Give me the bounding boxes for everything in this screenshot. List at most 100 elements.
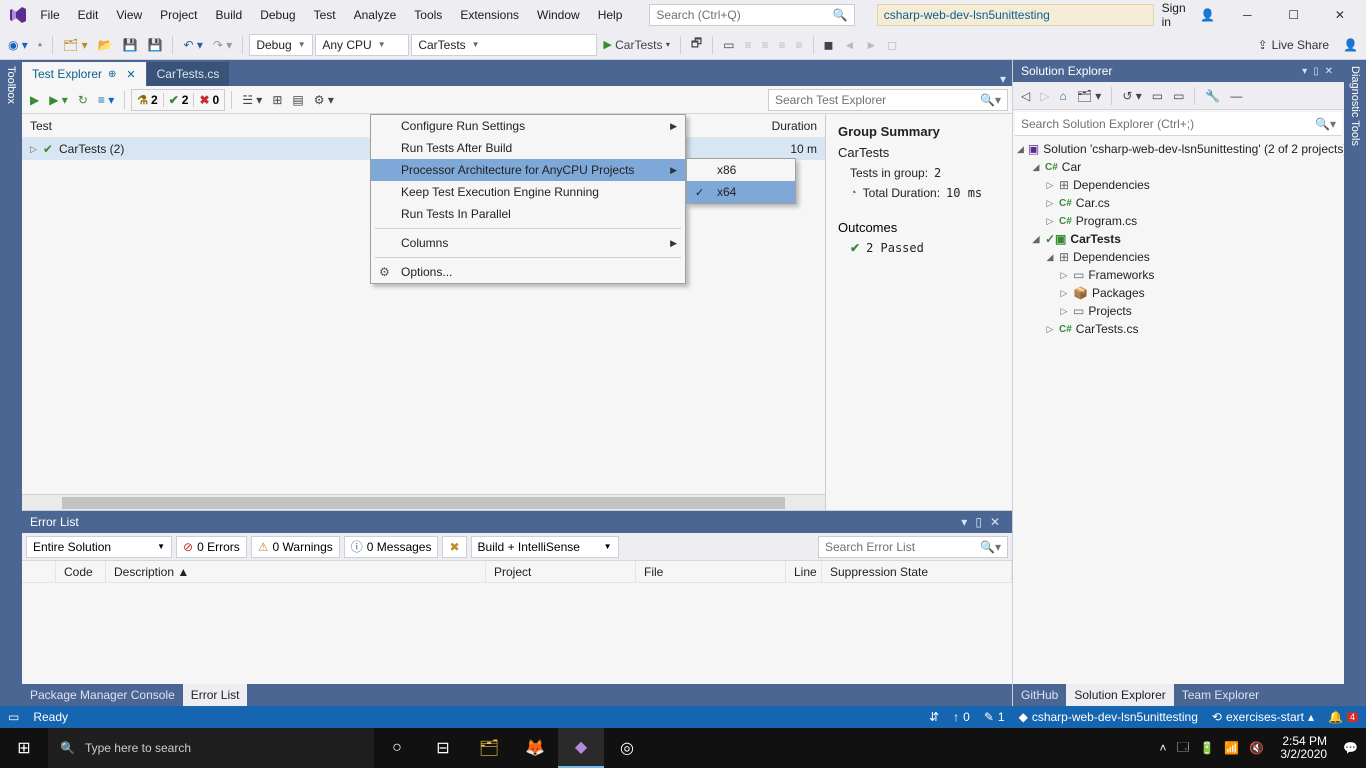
tab-team-explorer[interactable]: Team Explorer [1174, 684, 1267, 706]
tree-frameworks[interactable]: ▷▭Frameworks [1013, 266, 1344, 284]
menu-view[interactable]: View [107, 4, 151, 26]
scope-dropdown[interactable]: Entire Solution▼ [26, 536, 172, 558]
bookmark-prev-icon[interactable]: ◄ [840, 36, 860, 54]
menu-edit[interactable]: Edit [69, 4, 108, 26]
menu-help[interactable]: Help [589, 4, 632, 26]
tab-github[interactable]: GitHub [1013, 684, 1066, 706]
tree-car[interactable]: ◢C#Car [1013, 158, 1344, 176]
menu-run-parallel[interactable]: Run Tests In Parallel [371, 203, 685, 225]
minimize-button[interactable]: ─ [1225, 0, 1269, 30]
back-icon[interactable]: ◁ [1017, 87, 1034, 105]
tree-ct-deps[interactable]: ◢⊞Dependencies [1013, 248, 1344, 266]
tab-pkg-mgr-console[interactable]: Package Manager Console [22, 684, 183, 706]
tree-cartests-cs[interactable]: ▷C#CarTests.cs [1013, 320, 1344, 338]
status-publish[interactable]: ↑ 0 [953, 710, 970, 724]
tree-program-cs[interactable]: ▷C#Program.cs [1013, 212, 1344, 230]
menu-file[interactable]: File [31, 4, 68, 26]
layout-icon[interactable]: ▤ [288, 91, 307, 109]
col-line[interactable]: Line [786, 561, 822, 582]
menu-extensions[interactable]: Extensions [451, 4, 528, 26]
status-branch[interactable]: ⟲ exercises-start ▴ [1212, 710, 1314, 724]
toolbar-icon-2[interactable]: ▭ [719, 36, 738, 54]
tests-passed[interactable]: ✔2 [164, 93, 195, 107]
build-intellisense-dropdown[interactable]: Build + IntelliSense▼ [471, 536, 619, 558]
sign-in-button[interactable]: Sign in 👤 [1154, 1, 1224, 29]
messages-filter[interactable]: ⓘ0 Messages [344, 536, 439, 558]
close-icon[interactable]: ✕ [1322, 66, 1336, 77]
comment-icon[interactable]: ≡ [775, 36, 790, 54]
tab-solution-explorer[interactable]: Solution Explorer [1066, 684, 1173, 706]
errors-filter[interactable]: ⊘0 Errors [176, 536, 247, 558]
pin-icon[interactable]: ⊕ [108, 69, 116, 80]
status-pull-requests[interactable]: ⇵ [929, 710, 939, 724]
col-icon[interactable] [22, 561, 56, 582]
bookmark-icon[interactable]: ◼ [820, 36, 838, 54]
open-file-icon[interactable]: 📂 [94, 36, 117, 54]
pin-icon[interactable]: ▯ [1310, 66, 1322, 77]
warnings-filter[interactable]: ⚠0 Warnings [251, 536, 340, 558]
dropdown-icon[interactable]: ▾ [957, 515, 971, 529]
tab-cartests-cs[interactable]: CarTests.cs [147, 62, 230, 86]
power-icon[interactable]: 🔋 [1199, 741, 1214, 755]
menu-tools[interactable]: Tools [405, 4, 451, 26]
feedback-icon[interactable]: 👤 [1339, 36, 1362, 54]
file-explorer-icon[interactable]: 🗂 [466, 728, 512, 768]
col-suppression[interactable]: Suppression State [822, 561, 1012, 582]
toolbox-rail[interactable]: Toolbox [0, 60, 22, 706]
submenu-x86[interactable]: x86 [687, 159, 795, 181]
col-file[interactable]: File [636, 561, 786, 582]
volume-icon[interactable]: 🔇 [1249, 741, 1264, 755]
firefox-icon[interactable]: 🦊 [512, 728, 558, 768]
taskbar-search[interactable]: 🔍 Type here to search [48, 728, 374, 768]
new-project-icon[interactable]: 🗂 ▾ [59, 36, 92, 54]
status-repo[interactable]: ◆ csharp-web-dev-lsn5unittesting [1019, 710, 1198, 724]
uncomment-icon[interactable]: ≡ [792, 36, 807, 54]
playlist-icon[interactable]: ≡ ▾ [94, 91, 118, 109]
menu-columns[interactable]: Columns▶ [371, 232, 685, 254]
menu-options[interactable]: ⚙Options... [371, 261, 685, 283]
run-all-icon[interactable]: ▶ [26, 91, 43, 109]
group-by-icon[interactable]: ☱ ▾ [238, 91, 266, 109]
run-icon[interactable]: ▶ ▾ [45, 91, 72, 109]
h-scrollbar[interactable] [22, 494, 825, 510]
tree-solution[interactable]: ◢▣Solution 'csharp-web-dev-lsn5unittesti… [1013, 140, 1344, 158]
redo-icon[interactable]: ↷ ▾ [209, 36, 236, 54]
clear-filter[interactable]: ✖ [442, 536, 466, 558]
close-button[interactable]: ✕ [1318, 0, 1362, 30]
pin-icon[interactable]: ▯ [971, 515, 986, 529]
menu-test[interactable]: Test [305, 4, 345, 26]
tests-total[interactable]: ⚗2 [132, 93, 163, 107]
tab-error-list[interactable]: Error List [183, 684, 248, 706]
error-list-title-bar[interactable]: Error List ▾ ▯ ✕ [22, 511, 1012, 533]
undo-icon[interactable]: ↶ ▾ [179, 36, 206, 54]
menu-processor-architecture[interactable]: Processor Architecture for AnyCPU Projec… [371, 159, 685, 181]
action-center-icon[interactable]: 💬 [1343, 741, 1358, 755]
collapse-icon[interactable]: ▭ [1148, 87, 1167, 105]
close-tab-icon[interactable]: ✕ [126, 68, 135, 81]
indent-less-icon[interactable]: ≡ [740, 36, 755, 54]
properties-icon[interactable]: 🔧 [1201, 87, 1224, 105]
menu-build[interactable]: Build [207, 4, 252, 26]
bookmark-clear-icon[interactable]: ◻ [883, 36, 901, 54]
tab-overflow-icon[interactable]: ▾ [994, 72, 1012, 86]
task-view-icon[interactable]: ⊟ [420, 728, 466, 768]
visual-studio-icon[interactable]: ◆ [558, 728, 604, 768]
menu-configure-run-settings[interactable]: Configure Run Settings▶ [371, 115, 685, 137]
live-share-button[interactable]: ⇪ Live Share [1250, 38, 1337, 52]
config-dropdown[interactable]: Debug▼ [249, 34, 313, 56]
tree-car-deps[interactable]: ▷⊞Dependencies [1013, 176, 1344, 194]
wifi-icon[interactable]: 📶 [1224, 741, 1239, 755]
teams-icon[interactable]: ◎ [604, 728, 650, 768]
col-description[interactable]: Description ▲ [106, 561, 486, 582]
tree-cartests[interactable]: ◢✓▣CarTests [1013, 230, 1344, 248]
tab-test-explorer[interactable]: Test Explorer ⊕ ✕ [22, 62, 146, 86]
status-changes[interactable]: ✎ 1 [984, 710, 1005, 724]
home-icon[interactable]: ⌂ [1055, 87, 1070, 105]
start-button[interactable]: ⊞ [0, 728, 48, 768]
tray-up-icon[interactable]: ˄ [1159, 741, 1166, 755]
preview-icon[interactable]: — [1226, 87, 1246, 105]
nav-back-icon[interactable]: ◉ ▾ [4, 36, 32, 54]
tree-packages[interactable]: ▷📦Packages [1013, 284, 1344, 302]
tests-failed[interactable]: ✖0 [194, 93, 224, 107]
start-debug-button[interactable]: ▶ CarTests ▾ [599, 36, 674, 54]
